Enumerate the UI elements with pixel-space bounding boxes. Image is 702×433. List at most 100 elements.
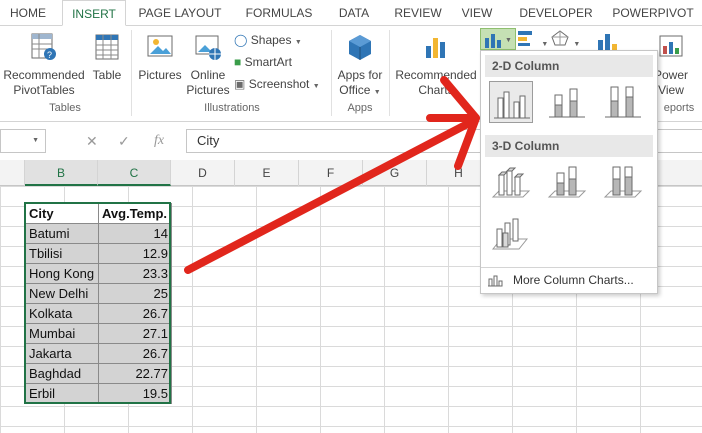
column-chart-button[interactable]: ▼ xyxy=(480,28,516,50)
group-label-illustrations: Illustrations xyxy=(204,102,260,114)
column-header-d[interactable]: D xyxy=(171,160,235,186)
more-column-charts-link[interactable]: More Column Charts... xyxy=(481,267,657,291)
power-view-button[interactable]: Power View xyxy=(654,32,688,98)
3d-column-option[interactable] xyxy=(489,213,533,255)
recommended-charts-icon xyxy=(426,38,445,58)
column-chart-small-icon xyxy=(488,275,503,287)
tab-developer[interactable]: DEVELOPER xyxy=(514,0,598,26)
3d-clustered-column-icon xyxy=(491,167,531,198)
pictures-label: Pictures xyxy=(138,68,182,82)
insert-function-icon[interactable]: fx xyxy=(154,133,164,149)
bar-chart-icon xyxy=(518,31,532,46)
cell-temp[interactable]: 14 xyxy=(98,223,172,244)
tab-data[interactable]: DATA xyxy=(330,0,378,26)
recommended-charts-label-1: Recommended xyxy=(395,68,477,82)
table-row: Batumi 14 xyxy=(25,223,172,244)
screenshot-label: Screenshot xyxy=(248,77,310,91)
shapes-icon: ◯ xyxy=(234,33,248,47)
recommended-pivottables-button[interactable]: ? Recommended PivotTables xyxy=(2,32,86,98)
table-row: Mumbai 27.1 xyxy=(25,323,172,344)
chevron-down-icon: ▼ xyxy=(294,39,302,46)
tab-insert[interactable]: INSERT xyxy=(62,0,126,26)
clustered-column-icon xyxy=(494,91,530,119)
shapes-button[interactable]: ◯ Shapes ▼ xyxy=(234,32,302,51)
tab-powerpivot[interactable]: POWERPIVOT xyxy=(606,0,700,26)
cell-city[interactable]: Mumbai xyxy=(25,323,99,344)
clustered-column-option[interactable] xyxy=(489,81,533,123)
cell-city[interactable]: Baghdad xyxy=(25,363,99,384)
table-button[interactable]: Table xyxy=(88,32,126,83)
table-icon xyxy=(95,34,119,60)
cell-temp[interactable]: 26.7 xyxy=(98,303,172,324)
smartart-button[interactable]: ■ SmartArt xyxy=(234,54,292,70)
apps-for-office-label-1: Apps for xyxy=(337,68,383,82)
tab-review[interactable]: REVIEW xyxy=(386,0,450,26)
cell-city[interactable]: Kolkata xyxy=(25,303,99,324)
100-stacked-column-icon xyxy=(605,86,641,118)
name-box[interactable]: ▼ xyxy=(0,129,46,153)
apps-for-office-label-2-text: Office xyxy=(339,83,371,97)
stacked-column-icon xyxy=(549,88,585,118)
header-avg-temp[interactable]: Avg.Temp. xyxy=(98,203,172,224)
table-label: Table xyxy=(92,68,122,82)
cell-temp[interactable]: 23.3 xyxy=(98,263,172,284)
3d-clustered-column-option[interactable] xyxy=(489,161,533,203)
more-column-charts-label: More Column Charts... xyxy=(513,273,634,287)
cell-city[interactable]: Batumi xyxy=(25,223,99,244)
column-header-e[interactable]: E xyxy=(235,160,299,186)
header-city[interactable]: City xyxy=(25,203,99,224)
table-row: Erbil 19.5 xyxy=(25,383,172,404)
power-view-icon xyxy=(659,35,683,57)
chevron-down-icon: ▼ xyxy=(312,83,320,90)
3d-100-stacked-column-option[interactable] xyxy=(601,161,645,203)
apps-for-office-button[interactable]: Apps for Office ▼ xyxy=(334,32,386,100)
cell-city[interactable]: Erbil xyxy=(25,383,99,404)
radar-chart-icon xyxy=(551,30,569,46)
column-header-c[interactable]: C xyxy=(98,160,171,186)
data-table: City Avg.Temp. Batumi 14 Tbilisi 12.9 Hong… xyxy=(25,203,172,404)
cell-temp[interactable]: 25 xyxy=(98,283,172,304)
shapes-label: Shapes xyxy=(250,33,292,47)
tab-home[interactable]: HOME xyxy=(0,0,56,26)
pictures-button[interactable]: Pictures xyxy=(136,32,184,83)
cell-city[interactable]: New Delhi xyxy=(25,283,99,304)
3d-100-stacked-column-icon xyxy=(603,166,643,198)
tab-page-layout[interactable]: PAGE LAYOUT xyxy=(132,0,228,26)
cell-temp[interactable]: 19.5 xyxy=(98,383,172,404)
cell-temp[interactable]: 27.1 xyxy=(98,323,172,344)
online-pictures-label-1: Online xyxy=(190,68,226,82)
online-pictures-button[interactable]: Online Pictures xyxy=(186,32,230,98)
corner-select-all[interactable] xyxy=(0,160,25,186)
chevron-down-icon: ▼ xyxy=(573,41,581,48)
column-chart-icon xyxy=(485,34,501,48)
column-header-g[interactable]: G xyxy=(363,160,427,186)
recommended-charts-button[interactable]: Recommended Charts xyxy=(394,32,478,98)
smartart-icon: ■ xyxy=(234,55,242,69)
table-row: Tbilisi 12.9 xyxy=(25,243,172,264)
stacked-column-option[interactable] xyxy=(545,81,589,123)
tab-view[interactable]: VIEW xyxy=(458,0,496,26)
ribbon-tab-bar: HOME INSERT PAGE LAYOUT FORMULAS DATA RE… xyxy=(0,0,702,26)
table-row: Baghdad 22.77 xyxy=(25,363,172,384)
power-view-label-1: Power xyxy=(654,68,689,82)
cell-temp[interactable]: 12.9 xyxy=(98,243,172,264)
recommended-pivottables-label-2: PivotTables xyxy=(13,83,75,97)
screenshot-button[interactable]: ▣ Screenshot ▼ xyxy=(234,76,320,95)
cell-temp[interactable]: 22.77 xyxy=(98,363,172,384)
cell-city[interactable]: Hong Kong xyxy=(25,263,99,284)
cell-city[interactable]: Jakarta xyxy=(25,343,99,364)
tab-formulas[interactable]: FORMULAS xyxy=(236,0,322,26)
100-stacked-column-option[interactable] xyxy=(601,81,645,123)
cell-city[interactable]: Tbilisi xyxy=(25,243,99,264)
chevron-down-icon: ▼ xyxy=(541,41,549,48)
enter-icon[interactable]: ✓ xyxy=(118,133,130,150)
column-header-f[interactable]: F xyxy=(299,160,363,186)
3d-stacked-column-option[interactable] xyxy=(545,161,589,203)
chevron-down-icon: ▼ xyxy=(373,89,381,96)
cell-temp[interactable]: 26.7 xyxy=(98,343,172,364)
column-header-b[interactable]: B xyxy=(25,160,98,186)
3d-stacked-column-icon xyxy=(547,166,587,198)
group-separator xyxy=(131,30,132,116)
cancel-icon[interactable]: ✕ xyxy=(86,133,98,150)
online-pictures-label-2: Pictures xyxy=(186,83,230,97)
